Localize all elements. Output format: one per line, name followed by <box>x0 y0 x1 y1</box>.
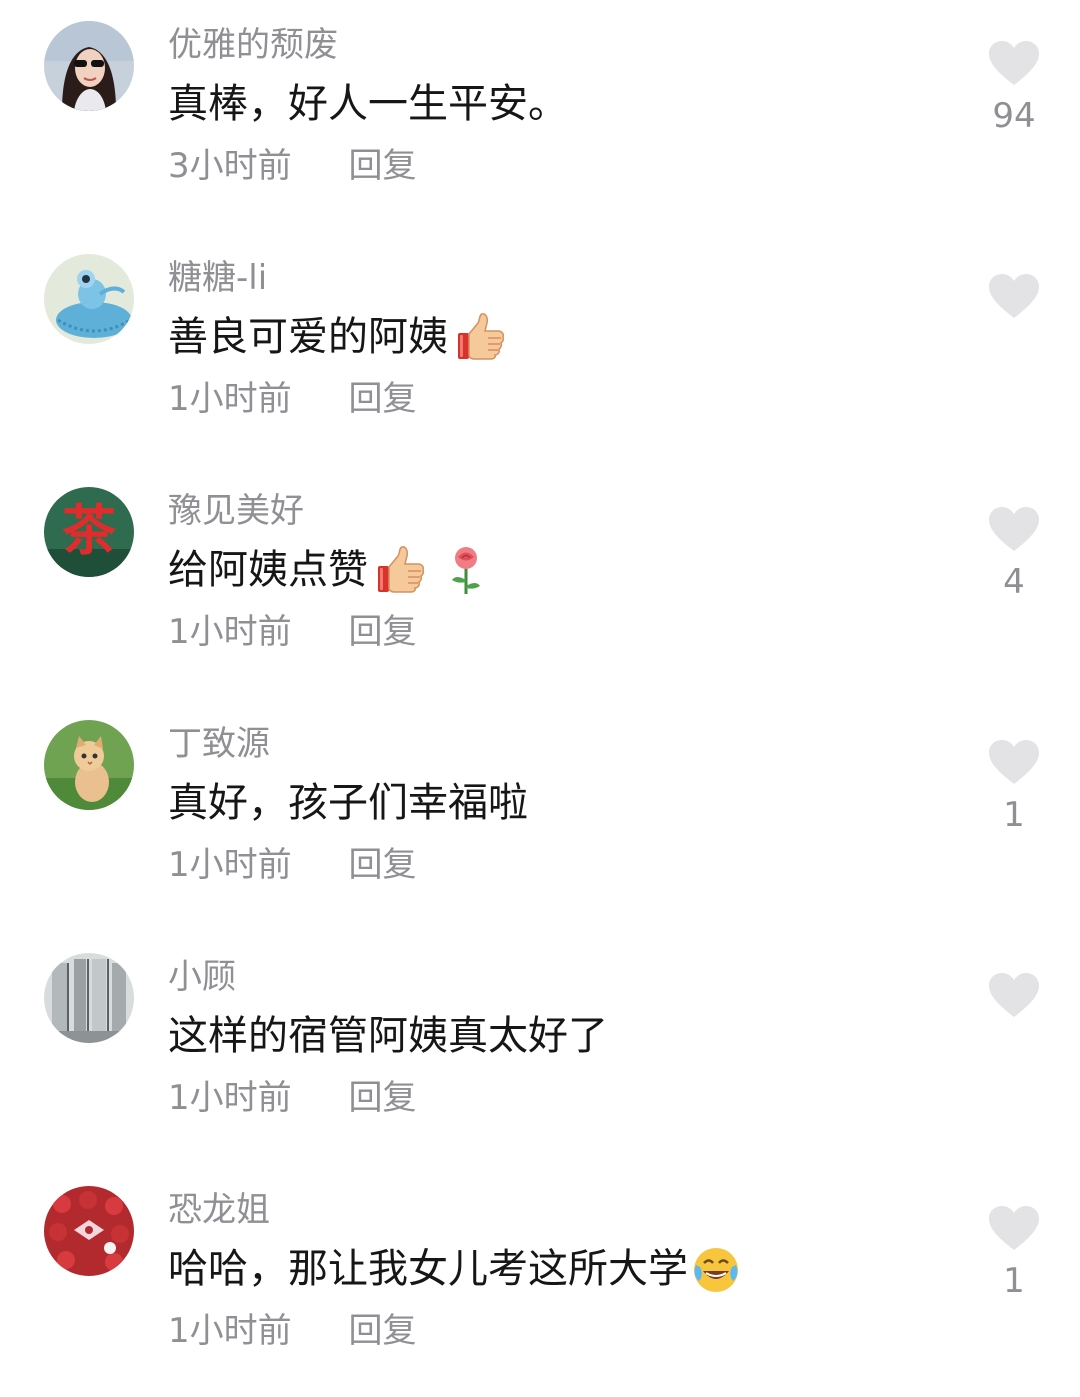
comment-item: 恐龙姐 哈哈，那让我女儿考这所大学 1小时前 回复 1 <box>0 1165 1080 1397</box>
reply-button[interactable]: 回复 <box>348 376 416 422</box>
heart-icon[interactable] <box>988 40 1040 86</box>
like-count <box>978 327 1050 371</box>
comment-meta: 1小时前 回复 <box>168 1075 416 1121</box>
like-control[interactable] <box>978 972 1050 1070</box>
like-count: 1 <box>1003 795 1025 835</box>
comment-text-content: 这样的宿管阿姨真太好了 <box>168 1013 608 1059</box>
like-count: 4 <box>1003 562 1025 602</box>
comment-text-content: 真好，孩子们幸福啦 <box>168 780 528 826</box>
comment-time: 1小时前 <box>168 612 292 652</box>
avatar[interactable] <box>44 953 134 1043</box>
comment-username[interactable]: 恐龙姐 <box>168 1187 270 1233</box>
comment-time: 1小时前 <box>168 1078 292 1118</box>
reply-button[interactable]: 回复 <box>348 609 416 655</box>
avatar-logo-text: 茶 <box>62 499 117 562</box>
comment-username[interactable]: 小顾 <box>168 954 236 1000</box>
heart-icon[interactable] <box>988 739 1040 785</box>
like-count <box>978 1026 1050 1070</box>
comment-meta: 1小时前 回复 <box>168 376 416 422</box>
like-control[interactable]: 94 <box>978 40 1050 138</box>
comment-text-content: 给阿姨点赞 <box>168 547 368 593</box>
thumbs-up-emoji <box>454 311 506 363</box>
comment-username[interactable]: 丁致源 <box>168 721 270 767</box>
comment-text: 哈哈，那让我女儿考这所大学 <box>168 1241 742 1297</box>
avatar[interactable] <box>44 254 134 344</box>
reply-button[interactable]: 回复 <box>348 143 416 189</box>
thumbs-up-emoji <box>374 544 426 596</box>
comment-time: 1小时前 <box>168 379 292 419</box>
comment-text-content: 善良可爱的阿姨 <box>168 314 448 360</box>
comment-username[interactable]: 豫见美好 <box>168 488 304 534</box>
avatar[interactable] <box>44 1186 134 1276</box>
heart-icon[interactable] <box>988 506 1040 552</box>
comment-item: 丁致源 真好，孩子们幸福啦 1小时前 回复 1 <box>0 699 1080 931</box>
like-control[interactable]: 4 <box>978 506 1050 604</box>
like-control[interactable] <box>978 273 1050 371</box>
heart-icon[interactable] <box>988 273 1040 319</box>
comment-item: 优雅的颓废 真棒，好人一生平安。 3小时前 回复 94 <box>0 0 1080 232</box>
heart-icon[interactable] <box>988 1205 1040 1251</box>
comment-text: 给阿姨点赞 <box>168 542 492 598</box>
comment-username[interactable]: 糖糖-li <box>168 255 267 301</box>
comment-meta: 1小时前 回复 <box>168 609 416 655</box>
comment-text-content: 哈哈，那让我女儿考这所大学 <box>168 1246 688 1292</box>
comment-text-content: 真棒，好人一生平安。 <box>168 81 568 127</box>
comment-text: 这样的宿管阿姨真太好了 <box>168 1008 608 1064</box>
comment-meta: 1小时前 回复 <box>168 842 416 888</box>
comment-meta: 1小时前 回复 <box>168 1308 416 1354</box>
avatar[interactable]: 茶 <box>44 487 134 577</box>
tears-of-joy-emoji <box>690 1243 742 1295</box>
comment-time: 3小时前 <box>168 146 292 186</box>
reply-button[interactable]: 回复 <box>348 842 416 888</box>
comment-time: 1小时前 <box>168 1311 292 1351</box>
comment-item: 小顾 这样的宿管阿姨真太好了 1小时前 回复 <box>0 932 1080 1164</box>
reply-button[interactable]: 回复 <box>348 1308 416 1354</box>
comment-meta: 3小时前 回复 <box>168 143 416 189</box>
avatar[interactable] <box>44 21 134 111</box>
comment-text: 真棒，好人一生平安。 <box>168 76 568 132</box>
reply-button[interactable]: 回复 <box>348 1075 416 1121</box>
comment-username[interactable]: 优雅的颓废 <box>168 22 338 68</box>
comment-text: 真好，孩子们幸福啦 <box>168 775 528 831</box>
like-count: 94 <box>992 96 1036 136</box>
comment-text: 善良可爱的阿姨 <box>168 309 506 365</box>
like-control[interactable]: 1 <box>978 1205 1050 1303</box>
like-count: 1 <box>1003 1261 1025 1301</box>
like-control[interactable]: 1 <box>978 739 1050 837</box>
comment-item: 茶 豫见美好 给阿姨点赞 1小时前 回复 4 <box>0 466 1080 698</box>
avatar[interactable] <box>44 720 134 810</box>
heart-icon[interactable] <box>988 972 1040 1018</box>
comment-item: 糖糖-li 善良可爱的阿姨 1小时前 回复 <box>0 233 1080 465</box>
rose-emoji <box>440 544 492 596</box>
comment-time: 1小时前 <box>168 845 292 885</box>
